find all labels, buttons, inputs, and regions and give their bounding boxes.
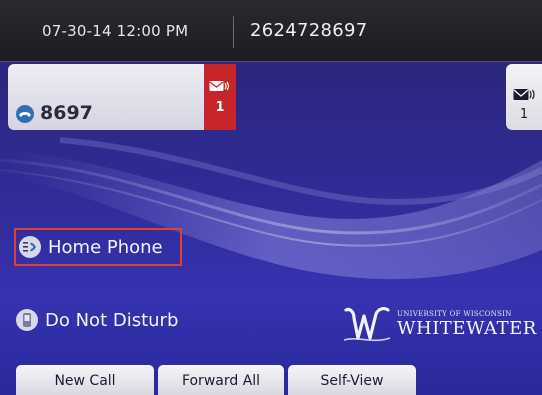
forward-all-button[interactable]: Forward All [158,365,284,395]
envelope-icon [513,89,535,100]
line-voicemail-indicator[interactable]: 1 [204,64,236,130]
phone-number: 2624728697 [250,20,368,41]
new-call-button[interactable]: New Call [16,365,154,395]
voicemail-button[interactable]: 1 [506,64,542,130]
envelope-icon [209,81,230,91]
do-not-disturb-button[interactable]: Do Not Disturb [16,305,178,335]
phone-screen: 07-30-14 12:00 PM 2624728697 8697 1 1 Ho… [0,0,542,395]
uw-whitewater-logo: UNIVERSITY OF WISCONSIN WHITEWATER [340,300,536,350]
date-time: 07-30-14 12:00 PM [42,22,189,40]
logo-university-text: UNIVERSITY OF WISCONSIN [397,310,512,318]
status-bar: 07-30-14 12:00 PM 2624728697 [0,0,542,62]
speed-dial-home-phone[interactable]: Home Phone [14,228,182,266]
do-not-disturb-label: Do Not Disturb [45,309,179,331]
uw-logo-mark [343,307,391,342]
voicemail-count: 1 [215,100,225,115]
speed-dial-icon [19,236,41,258]
speed-dial-label: Home Phone [48,236,163,258]
logo-whitewater-text: WHITEWATER [397,318,537,339]
self-view-button[interactable]: Self-View [288,365,416,395]
status-divider [233,16,234,48]
handset-icon [16,105,34,123]
voicemail-count: 1 [519,107,529,122]
line-key-8697[interactable]: 8697 [8,64,204,130]
do-not-disturb-icon [16,309,38,331]
line-key-label: 8697 [40,102,93,124]
